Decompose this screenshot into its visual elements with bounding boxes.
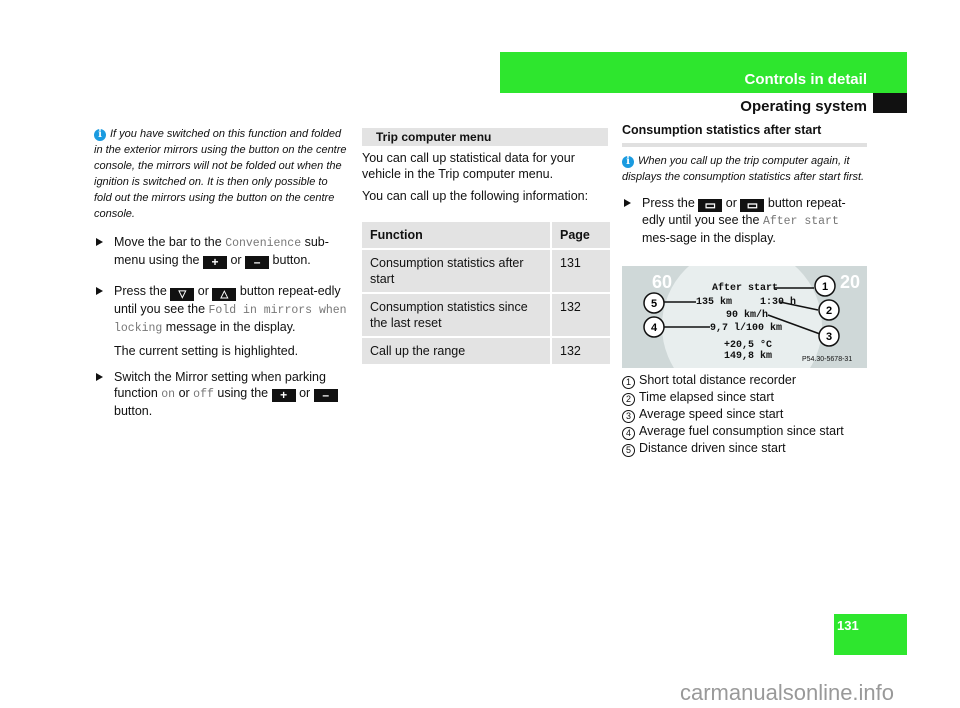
text: Press the	[642, 196, 695, 210]
trip-computer-heading: Trip computer menu	[362, 128, 608, 146]
table-row: Consumption statistics since the last re…	[362, 294, 610, 336]
legend-text: Time elapsed since start	[639, 390, 775, 404]
callout-5: 5	[651, 298, 657, 310]
step-1: Move the bar to the Convenience sub-menu…	[94, 234, 348, 269]
table-row: Consumption statistics after start 131	[362, 250, 610, 292]
page-number-tab: 131	[834, 614, 907, 655]
chapter-header: Controls in detail	[500, 52, 907, 93]
legend-item: 2 Time elapsed since start	[622, 389, 867, 406]
legend-number: 5	[622, 444, 635, 457]
legend-item: 4 Average fuel consumption since start	[622, 423, 867, 440]
legend-item: 5 Distance driven since start	[622, 440, 867, 457]
figure-legend: 1 Short total distance recorder 2 Time ela…	[622, 372, 867, 457]
info-icon: i	[622, 156, 634, 168]
right-column: Consumption statistics after start i When…	[622, 123, 867, 457]
text: or	[178, 386, 190, 400]
chapter-title: Controls in detail	[744, 71, 867, 88]
step-2: Press the ▽ or △ button repeat-edly unti…	[94, 283, 348, 359]
cell: Consumption statistics since the last re…	[362, 294, 550, 336]
legend-text: Distance driven since start	[639, 441, 786, 455]
legend-number: 4	[622, 427, 635, 440]
display-key-icon: ▭	[698, 199, 723, 212]
legend-number: 2	[622, 393, 635, 406]
step-3: Switch the Mirror setting when parking f…	[94, 369, 348, 419]
cell: Call up the range	[362, 338, 550, 364]
step: Press the ▭ or ▭ button repeat-edly unti…	[622, 195, 867, 246]
watermark: carmanualsonline.info	[680, 680, 895, 705]
callout-3: 3	[826, 331, 832, 343]
text: or	[230, 253, 242, 267]
plus-key-icon: +	[202, 256, 227, 269]
legend-text: Average fuel consumption since start	[639, 424, 844, 438]
text: Move the bar to the	[114, 235, 222, 249]
left-column: i If you have switched on this function a…	[94, 126, 348, 419]
legend-item: 3 Average speed since start	[622, 406, 867, 423]
header-page: Page	[550, 222, 610, 248]
cell: Consumption statistics after start	[362, 250, 550, 292]
plus-key-icon: +	[271, 389, 296, 402]
middle-column: Trip computer menu You can call up stati…	[362, 128, 610, 366]
text: button.	[114, 404, 153, 418]
text: button.	[272, 253, 311, 267]
text: using the	[217, 386, 269, 400]
callout-2: 2	[826, 305, 832, 317]
option-on: on	[161, 388, 176, 401]
minus-key-icon: –	[245, 256, 270, 269]
callout-4: 4	[651, 322, 658, 334]
info-note: i When you call up the trip computer agai…	[622, 153, 867, 185]
cell: 132	[550, 338, 610, 364]
callout-lines: 1 2 3 4 5	[643, 275, 840, 347]
legend-text: Average speed since start	[639, 407, 784, 421]
section-marker	[873, 93, 907, 113]
menu-name: Convenience	[225, 237, 302, 250]
cell: 132	[550, 294, 610, 336]
legend-number: 1	[622, 376, 635, 389]
legend-text: Short total distance recorder	[639, 373, 797, 387]
option-off: off	[193, 388, 214, 401]
text: or	[299, 386, 311, 400]
table-header: Function Page	[362, 222, 610, 248]
callout-1: 1	[822, 281, 828, 293]
subsection-title: Consumption statistics after start	[622, 123, 822, 137]
header-function: Function	[362, 222, 550, 248]
function-table: Function Page Consumption statistics afte…	[362, 220, 610, 366]
note-text: When you call up the trip computer again…	[622, 155, 865, 183]
text: or	[197, 284, 209, 298]
step-note: The current setting is highlighted.	[114, 344, 299, 358]
page-number: 131	[837, 618, 859, 633]
display-key-icon: ▭	[740, 199, 765, 212]
paragraph: You can call up statistical data for you…	[362, 151, 575, 181]
up-key-icon: △	[212, 288, 237, 301]
paragraph: You can call up the following informatio…	[362, 189, 589, 203]
table-row: Call up the range 132	[362, 338, 610, 364]
info-icon: i	[94, 129, 106, 141]
legend-item: 1 Short total distance recorder	[622, 372, 867, 389]
text: message in the display.	[165, 320, 296, 334]
legend-number: 3	[622, 410, 635, 423]
note-text: If you have switched on this function an…	[94, 128, 347, 220]
cell: 131	[550, 250, 610, 292]
section-title: Operating system	[740, 98, 867, 115]
minus-key-icon: –	[313, 389, 338, 402]
text: mes-sage in the display.	[642, 231, 776, 245]
instrument-display-figure: 60 20 After start 135 km 1:30 h 90 km/h …	[622, 266, 867, 368]
display-message: After start	[762, 215, 839, 228]
divider	[622, 143, 867, 147]
down-key-icon: ▽	[170, 288, 195, 301]
text: or	[725, 196, 737, 210]
info-note: i If you have switched on this function a…	[94, 126, 348, 222]
text: Press the	[114, 284, 167, 298]
